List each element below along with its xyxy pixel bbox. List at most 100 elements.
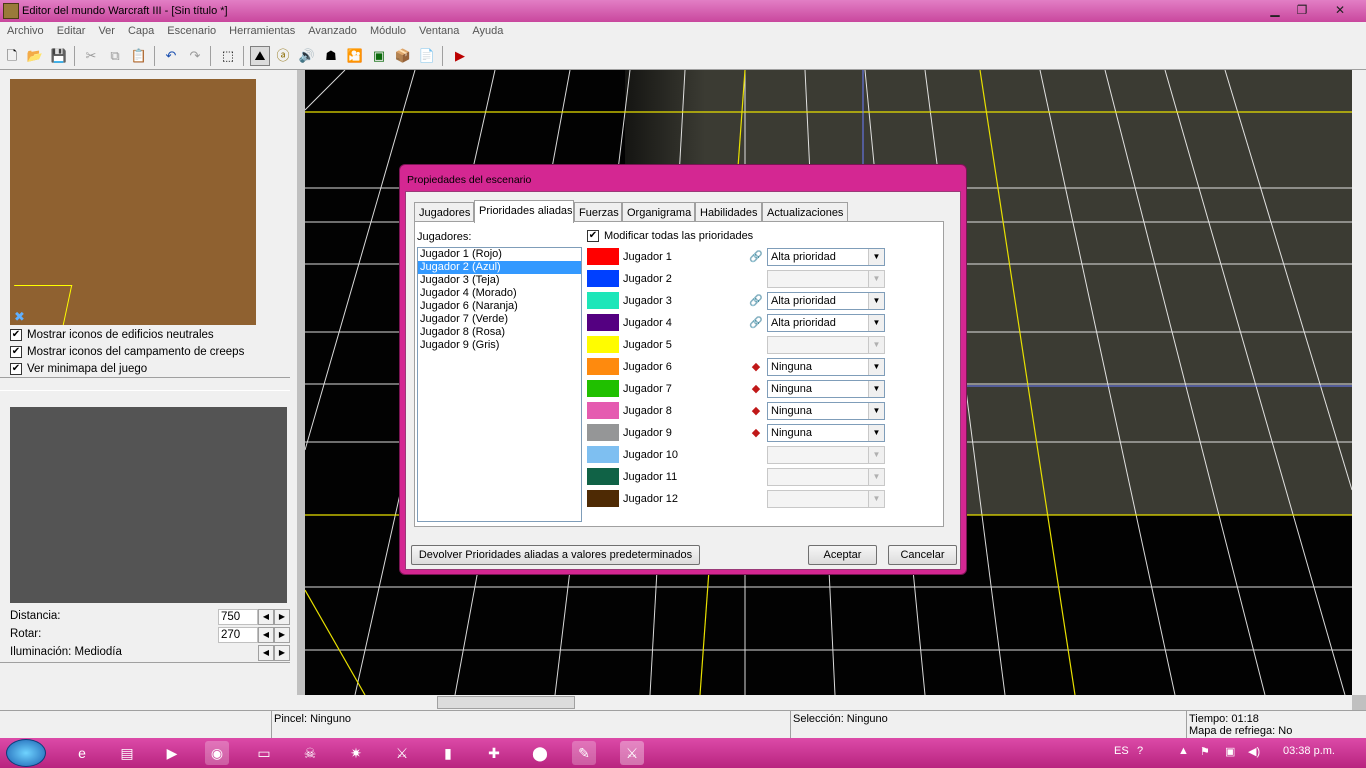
menu-ayuda[interactable]: Ayuda — [465, 22, 509, 37]
undo-icon[interactable]: ↶ — [161, 46, 181, 66]
copy-icon[interactable]: ⧉ — [105, 46, 125, 66]
list-item[interactable]: Jugador 7 (Verde) — [418, 313, 581, 326]
priority-dropdown[interactable]: Ninguna ▼ — [767, 358, 885, 376]
volume-icon[interactable]: ◀) — [1248, 745, 1260, 758]
start-button[interactable] — [6, 739, 46, 767]
help-icon[interactable]: ? — [1137, 745, 1143, 757]
viewport-horizontal-scrollbar[interactable] — [297, 695, 1352, 710]
rotate-increase-button[interactable]: ▶ — [274, 627, 290, 643]
sound-editor-icon[interactable]: 🔊 — [297, 46, 317, 66]
checkbox-neutral-buildings[interactable]: ✔ Mostrar iconos de edificios neutrales — [10, 327, 214, 343]
new-file-icon[interactable]: 🗋 — [2, 46, 22, 66]
clock[interactable]: 03:38 p.m. — [1283, 745, 1335, 757]
lighting-prev-button[interactable]: ◀ — [258, 645, 274, 661]
paste-icon[interactable]: 📋 — [129, 46, 149, 66]
rotate-value[interactable]: 270 — [218, 627, 258, 643]
terrain-palette-icon[interactable]: ⛰ — [250, 46, 270, 66]
menu-ver[interactable]: Ver — [91, 22, 121, 37]
object-editor-icon[interactable]: 📦 — [393, 46, 413, 66]
checkbox-box[interactable]: ✔ — [10, 346, 22, 358]
menu-ventana[interactable]: Ventana — [412, 22, 465, 37]
utility-icon[interactable]: ⬤ — [528, 741, 552, 765]
cut-icon[interactable]: ✂ — [81, 46, 101, 66]
close-button[interactable]: ✕ — [1327, 1, 1353, 19]
window-app-icon[interactable]: ▭ — [252, 741, 276, 765]
scrollbar-thumb[interactable] — [437, 696, 575, 709]
checkbox-box[interactable]: ✔ — [10, 363, 22, 375]
paint-icon[interactable]: ✎ — [572, 741, 596, 765]
warcraft-icon[interactable]: ⚔ — [390, 741, 414, 765]
unit-palette-icon[interactable]: ☗ — [321, 46, 341, 66]
list-item[interactable]: Jugador 1 (Rojo) — [418, 248, 581, 261]
tab-actualizaciones[interactable]: Actualizaciones — [762, 202, 848, 222]
network-icon[interactable]: ▣ — [1225, 745, 1235, 758]
tab-prioridades-aliadas[interactable]: Prioridades aliadas — [474, 200, 574, 223]
viewport-vertical-scrollbar[interactable] — [1352, 70, 1366, 695]
import-manager-icon[interactable]: 📄 — [417, 46, 437, 66]
minimize-button[interactable]: ▁ — [1262, 1, 1288, 19]
priority-dropdown[interactable]: Ninguna ▼ — [767, 402, 885, 420]
cancel-button[interactable]: Cancelar — [888, 545, 957, 565]
xbox-icon[interactable]: ✚ — [482, 741, 506, 765]
save-icon[interactable]: 💾 — [49, 46, 69, 66]
media-player-icon[interactable]: ▶ — [160, 741, 184, 765]
menu-avanzado[interactable]: Avanzado — [301, 22, 363, 37]
menu-archivo[interactable]: Archivo — [0, 22, 50, 37]
list-item[interactable]: Jugador 9 (Gris) — [418, 339, 581, 352]
list-item[interactable]: Jugador 8 (Rosa) — [418, 326, 581, 339]
checkbox-game-minimap[interactable]: ✔ Ver minimapa del juego — [10, 361, 147, 377]
menu-editar[interactable]: Editar — [50, 22, 92, 37]
chevron-down-icon[interactable]: ▼ — [868, 425, 884, 441]
priority-dropdown[interactable]: Alta prioridad ▼ — [767, 314, 885, 332]
camera-palette-icon[interactable]: 🎦 — [345, 46, 365, 66]
chevron-down-icon[interactable]: ▼ — [868, 403, 884, 419]
tab-organigrama[interactable]: Organigrama — [622, 202, 695, 222]
trigger-editor-icon[interactable]: ▣ — [369, 46, 389, 66]
chevron-down-icon[interactable]: ▼ — [868, 293, 884, 309]
game-app-icon[interactable]: ☠ — [298, 741, 322, 765]
explorer-folder-icon[interactable]: ▤ — [115, 741, 139, 765]
modify-all-checkbox[interactable]: ✔ Modificar todas las prioridades — [587, 230, 753, 242]
action-center-icon[interactable]: ⚑ — [1200, 745, 1210, 758]
priority-dropdown[interactable]: Ninguna ▼ — [767, 380, 885, 398]
priority-dropdown[interactable]: Alta prioridad ▼ — [767, 292, 885, 310]
list-item[interactable]: Jugador 2 (Azul) — [418, 261, 581, 274]
chevron-down-icon[interactable]: ▼ — [868, 249, 884, 265]
menu-escenario[interactable]: Escenario — [160, 22, 222, 37]
players-listbox[interactable]: Jugador 1 (Rojo) Jugador 2 (Azul) Jugado… — [417, 247, 582, 522]
distance-increase-button[interactable]: ▶ — [274, 609, 290, 625]
menu-herramientas[interactable]: Herramientas — [222, 22, 301, 37]
minimap[interactable]: ✖ — [5, 79, 256, 325]
chevron-down-icon[interactable]: ▼ — [868, 381, 884, 397]
world-editor-task-icon[interactable]: ⚔ — [620, 741, 644, 765]
list-item[interactable]: Jugador 3 (Teja) — [418, 274, 581, 287]
redo-icon[interactable]: ↷ — [185, 46, 205, 66]
tab-habilidades[interactable]: Habilidades — [695, 202, 762, 222]
app-icon[interactable] — [3, 3, 19, 19]
reset-priorities-button[interactable]: Devolver Prioridades aliadas a valores p… — [411, 545, 700, 565]
battlenet-icon[interactable]: ✷ — [344, 741, 368, 765]
select-icon[interactable]: ⬚ — [218, 46, 238, 66]
tab-jugadores[interactable]: Jugadores — [414, 202, 474, 222]
launcher-icon[interactable]: ▮ — [436, 741, 460, 765]
priority-dropdown[interactable]: Alta prioridad ▼ — [767, 248, 885, 266]
chrome-icon[interactable]: ◉ — [205, 741, 229, 765]
test-map-icon[interactable]: ▶ — [450, 46, 470, 66]
checkbox-box[interactable]: ✔ — [10, 329, 22, 341]
priority-dropdown[interactable]: Ninguna ▼ — [767, 424, 885, 442]
rotate-decrease-button[interactable]: ◀ — [258, 627, 274, 643]
distance-value[interactable]: 750 — [218, 609, 258, 625]
accept-button[interactable]: Aceptar — [808, 545, 877, 565]
open-folder-icon[interactable]: 📂 — [25, 46, 45, 66]
chevron-down-icon[interactable]: ▼ — [868, 315, 884, 331]
chevron-down-icon[interactable]: ▼ — [868, 359, 884, 375]
maximize-button[interactable]: ❐ — [1289, 1, 1315, 19]
distance-decrease-button[interactable]: ◀ — [258, 609, 274, 625]
checkbox-creep-camps[interactable]: ✔ Mostrar iconos del campamento de creep… — [10, 344, 244, 360]
language-indicator[interactable]: ES — [1114, 745, 1129, 757]
tab-fuerzas[interactable]: Fuerzas — [574, 202, 622, 222]
menu-modulo[interactable]: Módulo — [363, 22, 412, 37]
lighting-next-button[interactable]: ▶ — [274, 645, 290, 661]
ie-icon[interactable]: e — [70, 741, 94, 765]
doodad-palette-icon[interactable]: ⓐ — [273, 46, 293, 66]
